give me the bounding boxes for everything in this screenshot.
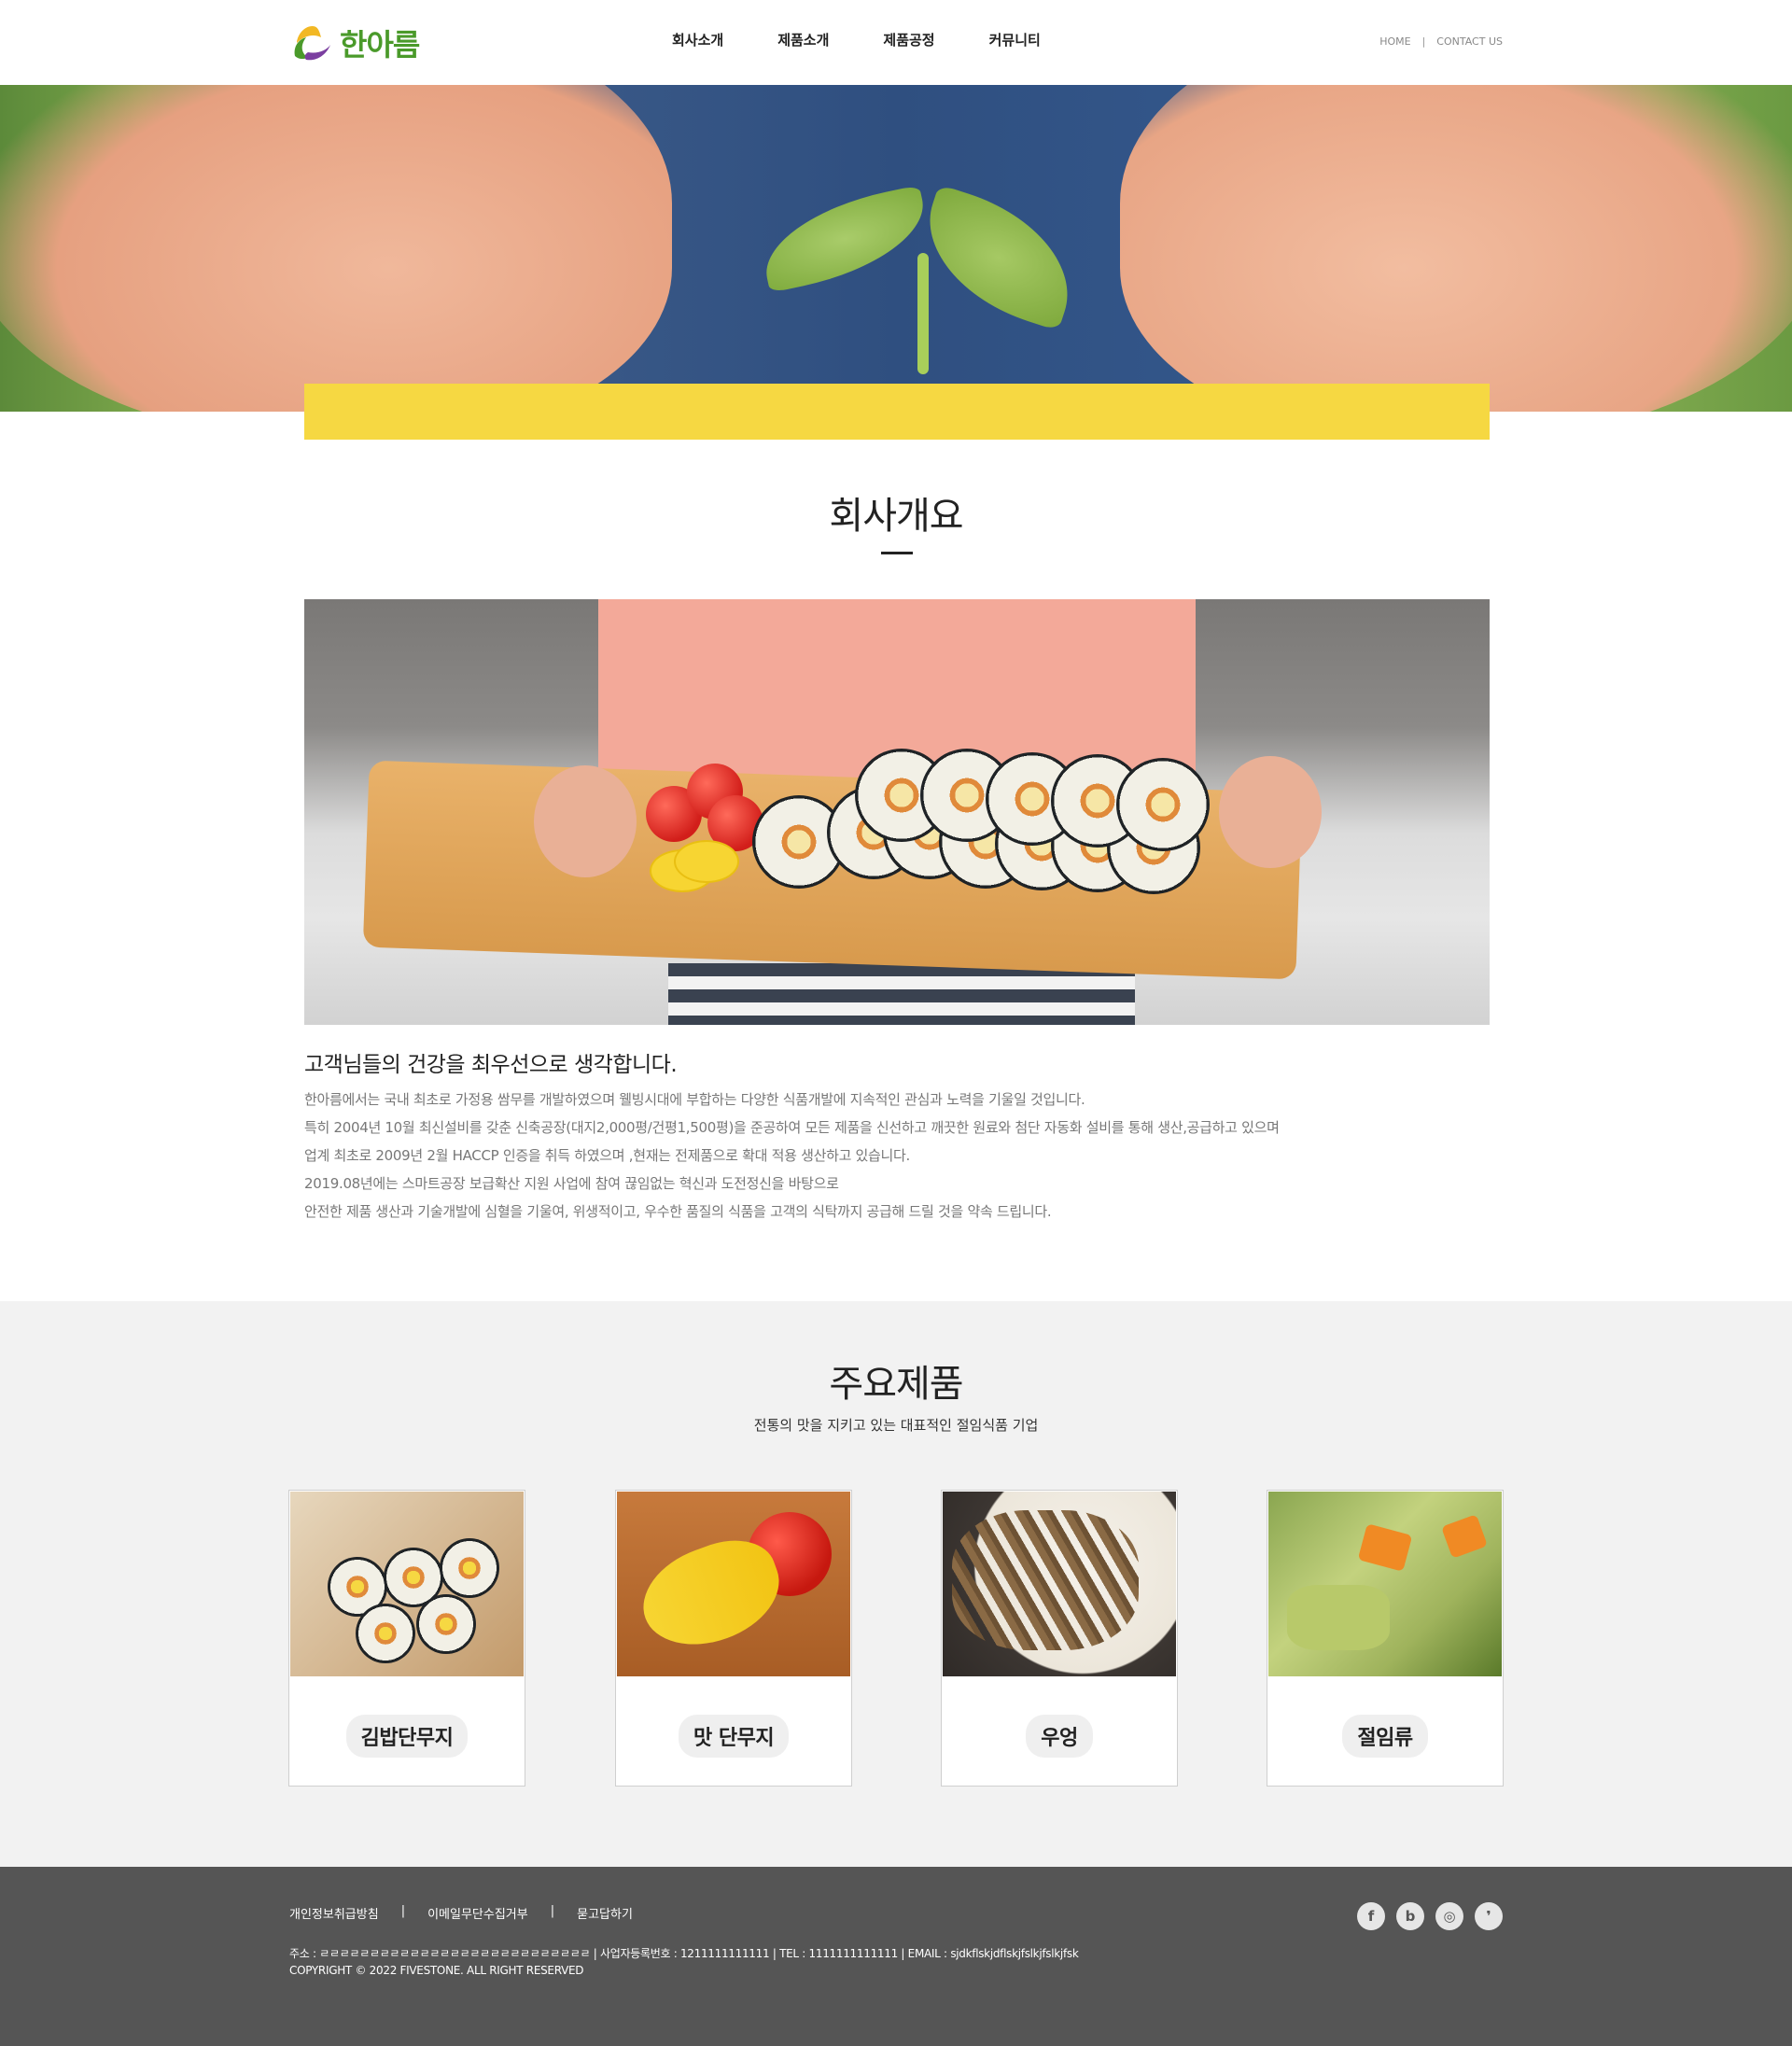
product-image-burdock xyxy=(952,1510,1139,1650)
site-footer: 개인정보취급방침 | 이메일무단수집거부 | 묻고답하기 주소 : ㄹㄹㄹㄹㄹㄹ… xyxy=(0,1867,1792,2046)
about-paragraph: 한아름에서는 국내 최초로 가정용 쌈무를 개발하였으며 웰빙시대에 부합하는 … xyxy=(304,1091,1085,1108)
product-image-roll xyxy=(440,1538,499,1598)
product-image-carrot xyxy=(1357,1523,1413,1572)
products-subtitle: 전통의 맛을 지키고 있는 대표적인 절임식품 기업 xyxy=(753,1417,1039,1434)
product-image-roll xyxy=(356,1604,415,1663)
logo-text: 한아름 xyxy=(340,27,420,63)
about-description: 한아름에서는 국내 최초로 가정용 쌈무를 개발하였으며 웰빙시대에 부합하는 … xyxy=(304,1086,1490,1226)
about-paragraph: 특히 2004년 10월 최신설비를 갖춘 신축공장(대지2,000평/건평1,… xyxy=(304,1119,1280,1136)
image-kimbap-roll xyxy=(1116,758,1210,851)
product-image xyxy=(617,1492,850,1676)
image-pickled-radish xyxy=(674,840,739,883)
footer-address: 주소 : ㄹㄹㄹㄹㄹㄹㄹㄹㄹㄹㄹㄹㄹㄹㄹㄹㄹㄹㄹㄹㄹㄹㄹㄹㄹㄹㄹ | 사업자등록… xyxy=(289,1947,1079,1960)
footer-info: 주소 : ㄹㄹㄹㄹㄹㄹㄹㄹㄹㄹㄹㄹㄹㄹㄹㄹㄹㄹㄹㄹㄹㄹㄹㄹㄹㄹㄹ | 사업자등록… xyxy=(289,1945,1079,1979)
product-card-pickles[interactable]: 절임류 xyxy=(1267,1490,1504,1787)
products-section: 주요제품 전통의 맛을 지키고 있는 대표적인 절임식품 기업 김밥단무지 맛 … xyxy=(0,1301,1792,1867)
main-nav: 회사소개 제품소개 제품공정 커뮤니티 xyxy=(672,30,1095,49)
products-title: 주요제품 xyxy=(829,1363,963,1406)
about-paragraph: 안전한 제품 생산과 기술개발에 심혈을 기울여, 위생적이고, 우수한 품질의… xyxy=(304,1203,1052,1220)
contact-link[interactable]: CONTACT US xyxy=(1436,35,1503,48)
instagram-icon[interactable]: ◎ xyxy=(1435,1902,1463,1930)
image-hand-left xyxy=(534,765,637,877)
product-label: 김밥단무지 xyxy=(289,1715,525,1758)
product-label: 우엉 xyxy=(942,1715,1177,1758)
utility-links: HOME | CONTACT US xyxy=(1379,35,1503,48)
product-image xyxy=(290,1492,524,1676)
product-name: 맛 단무지 xyxy=(678,1715,790,1758)
product-label: 맛 단무지 xyxy=(616,1715,851,1758)
title-underline xyxy=(881,552,913,554)
nav-item-products[interactable]: 제품소개 xyxy=(777,30,829,49)
product-image-roll xyxy=(416,1594,476,1654)
footer-links: 개인정보취급방침 | 이메일무단수집거부 | 묻고답하기 xyxy=(289,1904,633,1922)
footer-copyright: COPYRIGHT © 2022 FIVESTONE. ALL RIGHT RE… xyxy=(289,1964,584,1977)
product-image-cucumber xyxy=(1287,1585,1390,1650)
about-title: 회사개요 xyxy=(829,495,963,538)
about-paragraph: 업계 최초로 2009년 2월 HACCP 인증을 취득 하였으며 ,현재는 전… xyxy=(304,1147,911,1164)
sprout-stem xyxy=(917,253,929,374)
site-logo[interactable]: 한아름 xyxy=(289,22,420,63)
kakao-icon[interactable]: ❜ xyxy=(1475,1902,1503,1930)
product-name: 우엉 xyxy=(1026,1715,1093,1758)
hero-hand-right xyxy=(1120,85,1792,412)
product-card-seasoned-radish[interactable]: 맛 단무지 xyxy=(615,1490,852,1787)
footer-divider: | xyxy=(400,1904,406,1918)
image-hand-right xyxy=(1219,756,1322,868)
product-card-burdock[interactable]: 우엉 xyxy=(941,1490,1178,1787)
util-divider: | xyxy=(1421,35,1426,48)
sprout-leaf-right xyxy=(907,184,1090,331)
product-name: 김밥단무지 xyxy=(345,1715,469,1758)
about-image xyxy=(304,599,1490,1025)
sprout-leaf-left xyxy=(754,185,935,293)
nav-item-community[interactable]: 커뮤니티 xyxy=(989,30,1041,49)
image-apron xyxy=(668,963,1135,1025)
home-link[interactable]: HOME xyxy=(1379,35,1410,48)
hanareum-logo-icon xyxy=(294,26,330,61)
qna-link[interactable]: 묻고답하기 xyxy=(577,1904,633,1922)
about-paragraph: 2019.08년에는 스마트공장 보급확산 지원 사업에 참여 끊임없는 혁신과… xyxy=(304,1175,839,1192)
nav-item-company[interactable]: 회사소개 xyxy=(672,30,723,49)
nav-item-process[interactable]: 제품공정 xyxy=(883,30,934,49)
product-label: 절임류 xyxy=(1267,1715,1503,1758)
privacy-policy-link[interactable]: 개인정보취급방침 xyxy=(289,1904,379,1922)
email-refusal-link[interactable]: 이메일무단수집거부 xyxy=(427,1904,528,1922)
product-image-carrot xyxy=(1441,1514,1488,1559)
footer-divider: | xyxy=(550,1904,555,1918)
hero-accent-bar xyxy=(304,384,1490,440)
product-card-kimbap-radish[interactable]: 김밥단무지 xyxy=(288,1490,525,1787)
hero-banner xyxy=(0,85,1792,412)
product-image xyxy=(1268,1492,1502,1676)
blog-icon[interactable]: b xyxy=(1396,1902,1424,1930)
about-headline: 고객님들의 건강을 최우선으로 생각합니다. xyxy=(304,1053,678,1077)
sns-links: f b ◎ ❜ xyxy=(1346,1902,1503,1930)
product-name: 절임류 xyxy=(1342,1715,1428,1758)
facebook-icon[interactable]: f xyxy=(1357,1902,1385,1930)
site-header: 한아름 회사소개 제품소개 제품공정 커뮤니티 HOME | CONTACT U… xyxy=(0,0,1792,85)
product-image xyxy=(943,1492,1176,1676)
hero-hand-left xyxy=(0,85,672,412)
